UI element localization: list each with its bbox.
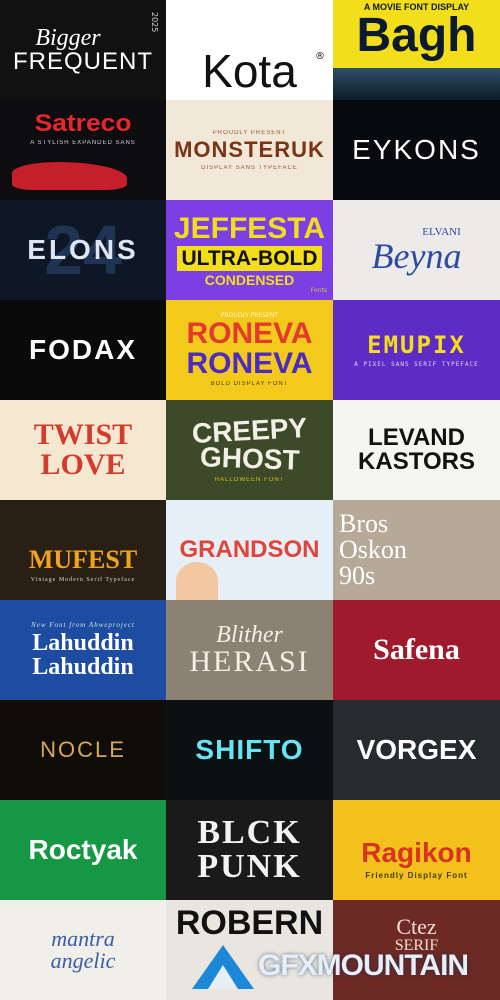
tile-title-2: PUNK — [197, 848, 302, 885]
tile-photo — [333, 68, 500, 100]
tile-title: FREQUENT — [13, 48, 153, 75]
tile-caption: DISPLAY SANS TYPEFACE — [201, 164, 298, 171]
tile-elons: 24 ELONS — [0, 200, 166, 300]
tile-subtitle: BOLD DISPLAY FONT — [210, 381, 289, 387]
tile-ragikon: Ragikon Friendly Display Font — [333, 800, 500, 900]
tile-title: Blither — [216, 622, 283, 648]
tile-title: Ragikon — [361, 836, 472, 868]
tile-title: MUFEST — [28, 545, 138, 574]
tile-title: Lahuddin — [32, 630, 134, 656]
tile-title-2: Oskon — [339, 535, 407, 564]
child-photo — [176, 562, 218, 600]
tile-title: Bros — [339, 509, 389, 538]
tile-title-2: RONEVA — [186, 347, 313, 380]
tile-year: 2025 — [150, 12, 159, 33]
tile-title: Roctyak — [28, 834, 138, 865]
tile-subtitle: A PIXEL SANS SERIF TYPEFACE — [354, 360, 479, 368]
tile-title-2: KASTORS — [358, 448, 475, 475]
tile-extra: Fonts — [310, 287, 327, 294]
tile-mufest: MUFEST Vintage Modern Serif Typeface — [0, 500, 166, 600]
tile-title-2: Lahuddin — [32, 654, 134, 680]
tile-title: VORGEX — [356, 734, 477, 765]
tile-title: ROBERN — [175, 904, 324, 942]
tile-title: JEFFESTA — [173, 211, 326, 245]
car-image — [12, 162, 127, 190]
tile-mantra-angelic: mantra angelic — [0, 900, 166, 1000]
tile-subtitle: Vintage Modern Serif Typeface — [30, 577, 136, 583]
tile-ctez-serif: Ctez SERIF — [333, 900, 500, 1000]
tile-title-2: HERASI — [189, 645, 310, 678]
tile-elvani-beyna: ELVANI Beyna — [333, 200, 500, 300]
tile-bros-oskon: Bros Oskon 90s — [333, 500, 500, 600]
tile-subtitle: PROUDLY PRESENT — [212, 129, 287, 136]
tile-title-2: LOVE — [40, 448, 126, 481]
tile-subtitle: A STYLISH EXPANDED SANS — [30, 140, 136, 146]
tile-title: FODAX — [29, 334, 137, 365]
tile-herasi: Blither HERASI — [166, 600, 333, 700]
tile-title: TWIST — [33, 418, 133, 451]
tile-nocle: NOCLE — [0, 700, 166, 800]
tile-title-3: 90s — [339, 561, 376, 590]
tile-title: Bagh — [356, 9, 477, 62]
tile-satreco: Satreco A STYLISH EXPANDED SANS — [0, 100, 166, 200]
tile-blck-punk: BLCK PUNK — [166, 800, 333, 900]
tile-title: Satreco — [34, 110, 132, 137]
tile-creepy-ghost: CREEPY GHOST HALLOWEEN FONT — [166, 400, 333, 500]
tile-extra: PROUDLY PRESENT — [221, 312, 278, 319]
tile-bigger-frequent: Bigger FREQUENT 2025 — [0, 0, 166, 100]
tile-title: mantra — [51, 926, 115, 951]
tile-title: Kota — [202, 45, 297, 97]
tile-title: MONSTERUK — [174, 136, 325, 162]
tile-subtitle: ULTRA-BOLD — [177, 245, 322, 271]
tile-twist-love: TWIST LOVE — [0, 400, 166, 500]
tile-fodax: FODAX — [0, 300, 166, 400]
tile-title: Safena — [373, 633, 460, 666]
tile-title: EMUPIX — [367, 330, 466, 359]
tile-lahuddin: New Font from Abweproject Lahuddin Lahud… — [0, 600, 166, 700]
tile-title: Bigger — [35, 25, 101, 51]
tile-vorgex: VORGEX — [333, 700, 500, 800]
tile-title-2: SERIF — [394, 937, 439, 954]
tile-jeffesta: JEFFESTA ULTRA-BOLD CONDENSED Fonts — [166, 200, 333, 300]
tile-levand-kastors: LEVAND KASTORS — [333, 400, 500, 500]
tile-title: Ctez — [396, 914, 437, 939]
tile-subtitle: New Font from Abweproject — [31, 621, 135, 629]
tile-title: GRANDSON — [179, 536, 320, 563]
tile-bagh: A MOVIE FONT DISPLAY Bagh — [333, 0, 500, 100]
tile-roctyak: Roctyak — [0, 800, 166, 900]
tile-roneva: PROUDLY PRESENT RONEVA RONEVA BOLD DISPL… — [166, 300, 333, 400]
tile-title: BLCK — [197, 814, 302, 851]
tile-robern: ROBERN — [166, 900, 333, 1000]
tile-subtitle: Friendly Display Font — [365, 870, 468, 880]
tile-shifto: SHIFTO — [166, 700, 333, 800]
tile-title: NOCLE — [40, 737, 126, 762]
tile-subtitle: HALLOWEEN FONT — [214, 477, 285, 483]
registered-mark: ® — [315, 51, 325, 62]
tile-safena: Safena — [333, 600, 500, 700]
tile-title: Beyna — [371, 235, 462, 276]
tile-caption: CONDENSED — [204, 271, 295, 288]
tile-title: RONEVA — [186, 317, 313, 350]
tile-title-2: angelic — [50, 948, 116, 973]
tile-title: LEVAND — [368, 424, 465, 451]
tile-emupix: EMUPIX A PIXEL SANS SERIF TYPEFACE — [333, 300, 500, 400]
tile-kota: Kota ® — [166, 0, 333, 100]
tile-title: SHIFTO — [195, 734, 304, 765]
tile-title: EYKONS — [352, 134, 481, 165]
tile-grandson: GRANDSON — [166, 500, 333, 600]
tile-title-2: GHOST — [199, 441, 300, 476]
font-collage-grid: Bigger FREQUENT 2025 Kota ® A MOVIE FONT… — [0, 0, 500, 1000]
tile-monsteruk: PROUDLY PRESENT MONSTERUK DISPLAY SANS T… — [166, 100, 333, 200]
tile-title: ELONS — [27, 234, 139, 265]
tile-eykons: EYKONS — [333, 100, 500, 200]
